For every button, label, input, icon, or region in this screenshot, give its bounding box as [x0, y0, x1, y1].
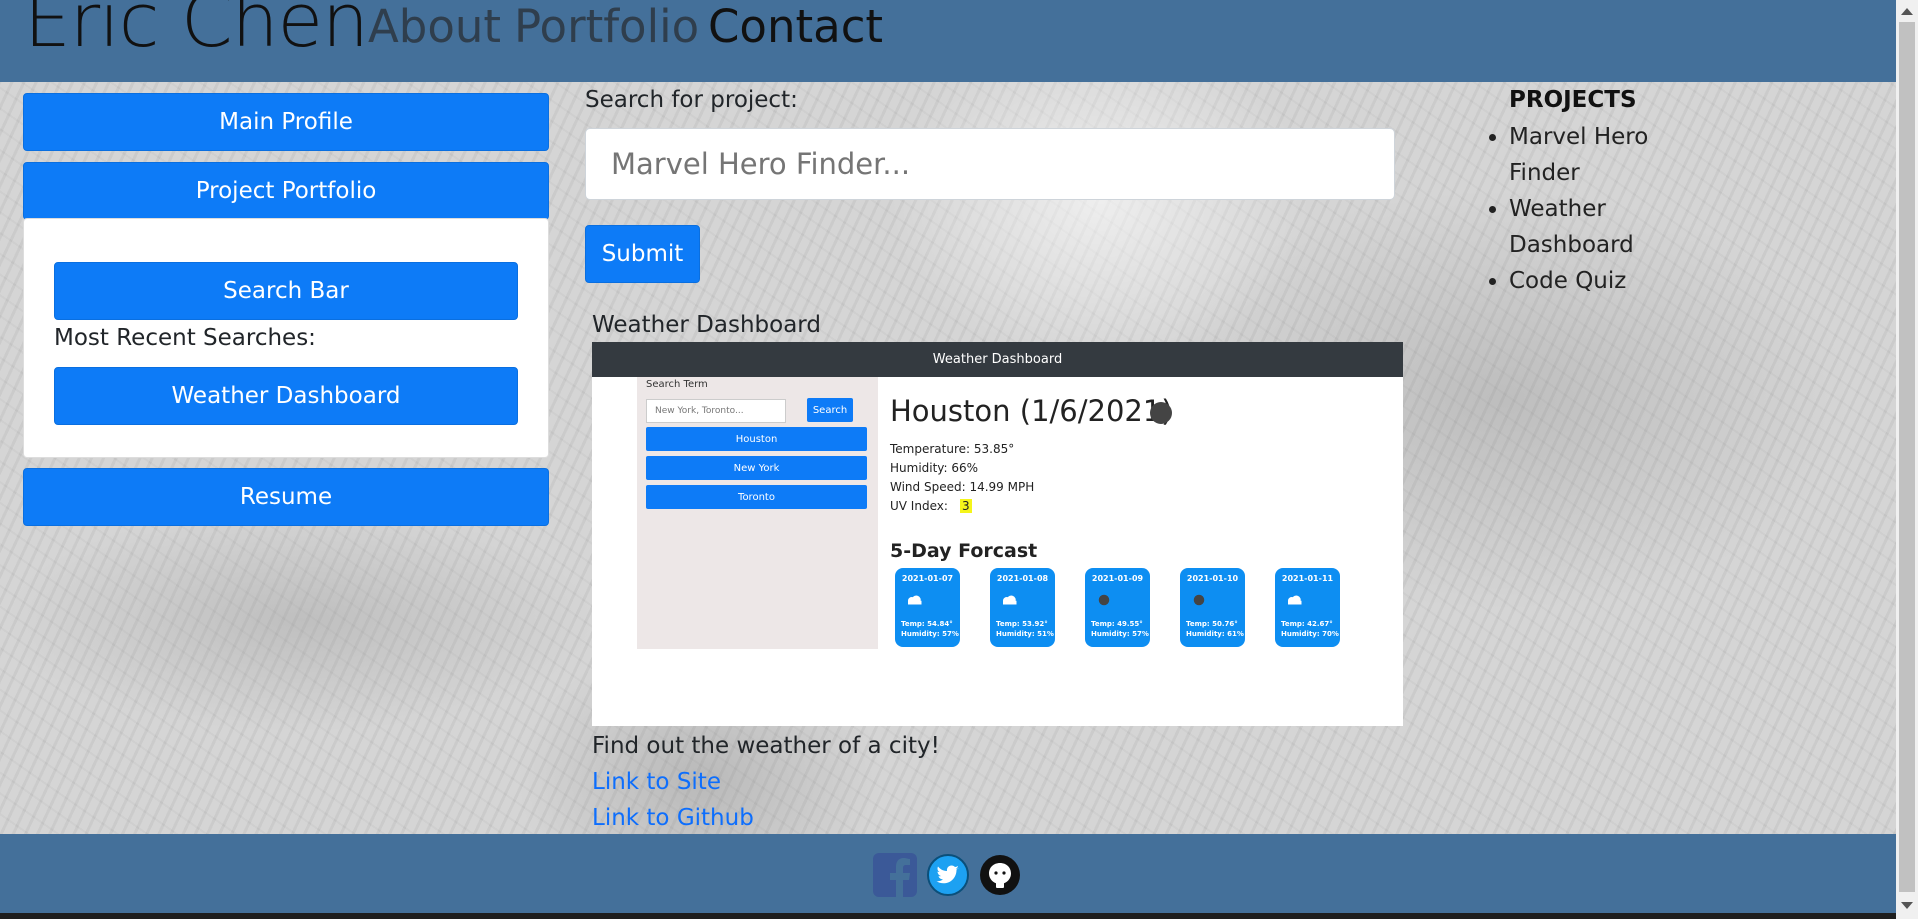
forecast-temp: Temp: 50.76° [1186, 620, 1238, 628]
projects-list: Marvel Hero Finder Weather Dashboard Cod… [1478, 119, 1699, 299]
forecast-date: 2021-01-09 [1091, 574, 1144, 583]
scroll-thumb[interactable] [1899, 22, 1915, 892]
nav-portfolio[interactable]: Portfolio [514, 0, 699, 53]
weather-dot-icon [1150, 402, 1172, 424]
brand-title[interactable]: Eric Chen [24, 0, 369, 64]
preview-city-title: Houston (1/6/2021) [890, 394, 1173, 428]
preview-search-input: New York, Toronto... [646, 399, 786, 423]
forecast-humidity: Humidity: 70% [1281, 630, 1339, 638]
preview-uv-label: UV Index: [890, 499, 948, 513]
forecast-humidity: Humidity: 61% [1186, 630, 1244, 638]
recent-search-weather-dashboard[interactable]: Weather Dashboard [54, 367, 518, 425]
preview-search-button: Search [807, 398, 853, 422]
taskbar-edge [0, 913, 1896, 919]
cloud-icon [1288, 595, 1302, 605]
preview-city-button: New York [646, 456, 867, 480]
cloud-icon [1003, 595, 1017, 605]
forecast-temp: Temp: 42.67° [1281, 620, 1333, 628]
preview-humidity: Humidity: 66% [890, 461, 979, 475]
link-to-site[interactable]: Link to Site [592, 769, 721, 795]
preview-wind: Wind Speed: 14.99 MPH [890, 480, 1035, 494]
github-icon[interactable] [978, 853, 1022, 897]
dot-icon [1098, 594, 1110, 606]
search-input[interactable] [585, 128, 1395, 200]
project-item-marvel-hero-finder[interactable]: Marvel Hero Finder [1509, 119, 1699, 191]
projects-title: PROJECTS [1509, 87, 1637, 113]
project-item-code-quiz[interactable]: Code Quiz [1509, 263, 1699, 299]
forecast-humidity: Humidity: 57% [901, 630, 959, 638]
forecast-humidity: Humidity: 57% [1091, 630, 1149, 638]
forecast-temp: Temp: 49.55° [1091, 620, 1143, 628]
project-title: Weather Dashboard [592, 312, 821, 338]
search-label: Search for project: [585, 87, 798, 113]
project-screenshot: Weather Dashboard Search Term New York, … [592, 342, 1403, 726]
forecast-humidity: Humidity: 51% [996, 630, 1054, 638]
facebook-icon[interactable] [873, 853, 917, 897]
nav-contact[interactable]: Contact [708, 0, 883, 53]
search-bar-button[interactable]: Search Bar [54, 262, 518, 320]
scroll-down-arrow-icon[interactable] [1901, 902, 1913, 909]
forecast-temp: Temp: 53.92° [996, 620, 1048, 628]
project-item-weather-dashboard[interactable]: Weather Dashboard [1509, 191, 1699, 263]
forecast-date: 2021-01-10 [1186, 574, 1239, 583]
preview-city-button: Houston [646, 427, 867, 451]
forecast-card: 2021-01-09 Temp: 49.55° Humidity: 57% [1085, 568, 1150, 647]
forecast-card: 2021-01-10 Temp: 50.76° Humidity: 61% [1180, 568, 1245, 647]
link-to-github[interactable]: Link to Github [592, 805, 754, 831]
forecast-date: 2021-01-08 [996, 574, 1049, 583]
scroll-up-arrow-icon[interactable] [1901, 8, 1913, 15]
preview-forecast-title: 5-Day Forcast [890, 540, 1038, 562]
forecast-date: 2021-01-11 [1281, 574, 1334, 583]
nav-about[interactable]: About [368, 0, 501, 53]
main-profile-button[interactable]: Main Profile [23, 93, 549, 151]
preview-uv-value: 3 [960, 499, 972, 513]
navbar: Eric Chen About Portfolio Contact [0, 0, 1896, 82]
forecast-card: 2021-01-11 Temp: 42.67° Humidity: 70% [1275, 568, 1340, 647]
submit-button[interactable]: Submit [585, 225, 700, 283]
dot-icon [1193, 594, 1205, 606]
resume-button[interactable]: Resume [23, 468, 549, 526]
forecast-card: 2021-01-08 Temp: 53.92° Humidity: 51% [990, 568, 1055, 647]
forecast-date: 2021-01-07 [901, 574, 954, 583]
forecast-card: 2021-01-07 Temp: 54.84° Humidity: 57% [895, 568, 960, 647]
vertical-scrollbar[interactable] [1896, 0, 1918, 919]
forecast-temp: Temp: 54.84° [901, 620, 953, 628]
recent-searches-label: Most Recent Searches: [54, 325, 316, 351]
project-portfolio-button[interactable]: Project Portfolio [23, 162, 549, 220]
preview-city-button: Toronto [646, 485, 867, 509]
preview-temperature: Temperature: 53.85° [890, 442, 1015, 456]
preview-search-term-label: Search Term [646, 379, 708, 390]
project-description: Find out the weather of a city! [592, 733, 940, 759]
cloud-icon [908, 595, 922, 605]
preview-header: Weather Dashboard [592, 342, 1403, 377]
twitter-icon[interactable] [926, 853, 970, 897]
